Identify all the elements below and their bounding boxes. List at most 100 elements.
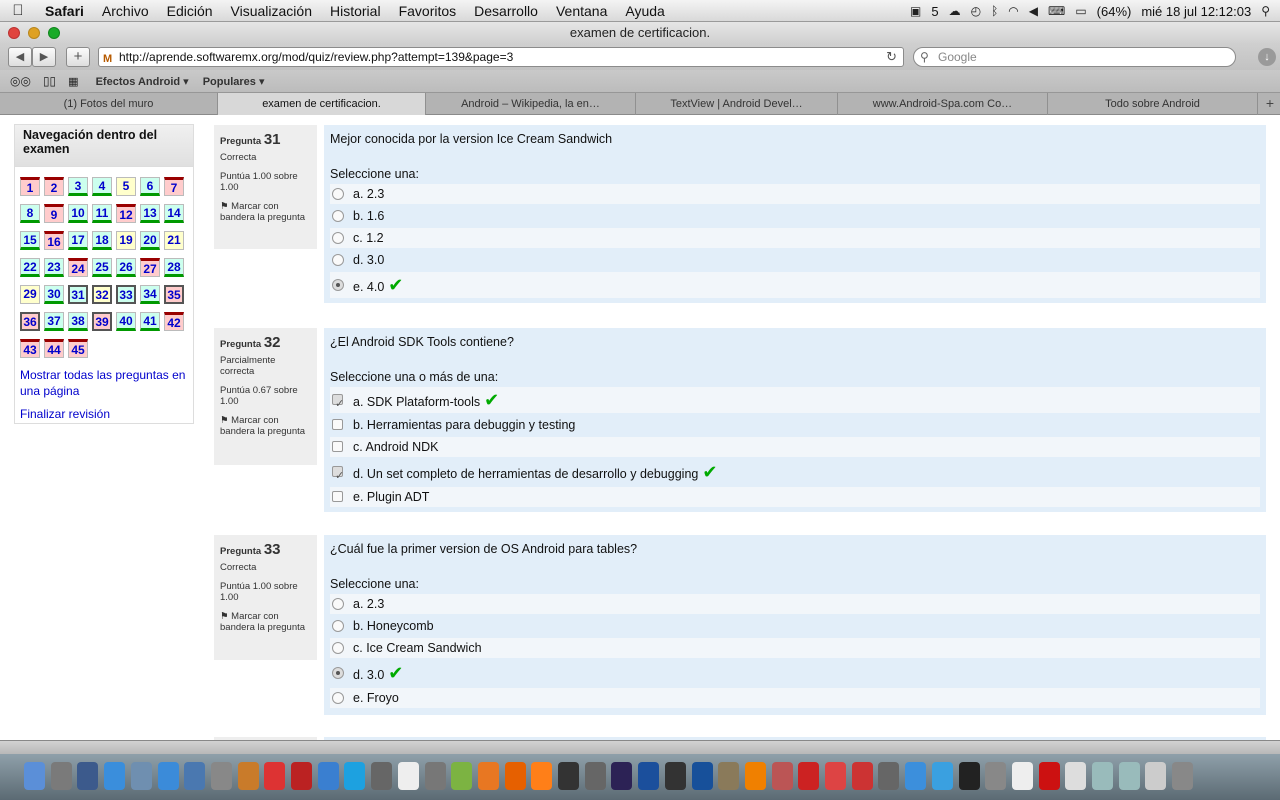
radio-button[interactable]	[332, 667, 344, 679]
menu-ventana[interactable]: Ventana	[547, 3, 616, 19]
quiz-nav-button-13[interactable]: 13	[140, 204, 160, 223]
quiz-nav-button-6[interactable]: 6	[140, 177, 160, 196]
illustrator-icon[interactable]	[531, 762, 553, 790]
quiz-nav-button-10[interactable]: 10	[68, 204, 88, 223]
answer-option[interactable]: a. 2.3	[330, 594, 1260, 614]
volume-icon[interactable]: ◀	[1024, 4, 1043, 18]
menu-safari[interactable]: Safari	[36, 3, 93, 19]
preferences-icon[interactable]	[985, 762, 1007, 790]
menu-visualizacion[interactable]: Visualización	[222, 3, 321, 19]
adobe-menu-icon[interactable]: ▣	[905, 4, 926, 18]
radio-button[interactable]	[332, 692, 344, 704]
menu-favoritos[interactable]: Favoritos	[390, 3, 466, 19]
xmind-icon[interactable]	[851, 762, 873, 790]
quiz-nav-button-21[interactable]: 21	[164, 231, 184, 250]
address-bar[interactable]: M http://aprende.softwaremx.org/mod/quiz…	[98, 47, 904, 67]
bookmarks-book-icon[interactable]: ▯▯	[37, 74, 62, 88]
xcode-icon[interactable]	[184, 762, 206, 790]
gimp-icon[interactable]	[718, 762, 740, 790]
downloads-icon[interactable]	[1118, 762, 1140, 790]
quiz-nav-button-7[interactable]: 7	[164, 177, 184, 196]
flash-icon[interactable]	[1038, 762, 1060, 790]
tab-wikipedia[interactable]: Android – Wikipedia, la en…	[426, 93, 636, 115]
quiz-nav-button-41[interactable]: 41	[140, 312, 160, 331]
quiz-nav-button-45[interactable]: 45	[68, 339, 88, 358]
time-machine-icon[interactable]: ◴	[966, 4, 986, 18]
wifi-icon[interactable]: ◠	[1003, 4, 1023, 18]
quiz-nav-button-31[interactable]: 31	[68, 285, 88, 304]
checkbox[interactable]	[332, 491, 343, 502]
tab-fotos-muro[interactable]: (1) Fotos del muro	[0, 93, 218, 115]
bookmark-efectos-android[interactable]: Efectos Android ▾	[89, 75, 196, 88]
quiz-nav-button-28[interactable]: 28	[164, 258, 184, 277]
menu-ayuda[interactable]: Ayuda	[616, 3, 673, 19]
textedit-icon[interactable]	[397, 762, 419, 790]
reload-icon[interactable]: ↻	[886, 48, 897, 66]
skype-icon[interactable]	[344, 762, 366, 790]
answer-option[interactable]: e. 4.0 ✔	[330, 272, 1260, 298]
bookmark-populares[interactable]: Populares ▾	[196, 75, 272, 88]
quiz-nav-button-12[interactable]: 12	[116, 204, 136, 223]
radio-button[interactable]	[332, 642, 344, 654]
quiz-nav-button-1[interactable]: 1	[20, 177, 40, 196]
answer-option[interactable]: d. 3.0 ✔	[330, 660, 1260, 686]
menu-edicion[interactable]: Edición	[158, 3, 222, 19]
menu-desarrollo[interactable]: Desarrollo	[465, 3, 547, 19]
top-sites-icon[interactable]: ▦	[62, 75, 88, 88]
quiz-nav-button-33[interactable]: 33	[116, 285, 136, 304]
game-icon[interactable]	[771, 762, 793, 790]
quiz-nav-button-5[interactable]: 5	[116, 177, 136, 196]
quiz-nav-button-16[interactable]: 16	[44, 231, 64, 250]
radio-button[interactable]	[332, 279, 344, 291]
flag-question-button[interactable]: ⚑ Marcar con bandera la pregunta	[220, 611, 311, 633]
itunes-icon[interactable]	[905, 762, 927, 790]
quiz-nav-button-9[interactable]: 9	[44, 204, 64, 223]
radio-button[interactable]	[332, 254, 344, 266]
quiz-nav-button-27[interactable]: 27	[140, 258, 160, 277]
cocos-icon[interactable]	[558, 762, 579, 790]
quiz-nav-button-40[interactable]: 40	[116, 312, 136, 331]
image-icon[interactable]	[1145, 762, 1167, 790]
answer-option[interactable]: c. Ice Cream Sandwich	[330, 638, 1260, 658]
forward-button[interactable]: ▶	[32, 47, 56, 67]
cloud-icon[interactable]: ☁	[944, 4, 966, 18]
add-bookmark-button[interactable]: +	[66, 47, 90, 67]
checkbox[interactable]	[332, 419, 343, 430]
finder-icon[interactable]	[24, 762, 45, 790]
downloads-icon[interactable]: ↓	[1258, 48, 1276, 66]
answer-option[interactable]: b. Honeycomb	[330, 616, 1260, 636]
angry-birds-icon[interactable]	[798, 762, 820, 790]
close-window-icon[interactable]	[8, 27, 20, 39]
bluetooth-icon[interactable]: ᛒ	[986, 4, 1003, 18]
quiz-nav-button-23[interactable]: 23	[44, 258, 64, 277]
clock[interactable]: mié 18 jul 12:12:03	[1136, 4, 1256, 19]
quiz-nav-button-25[interactable]: 25	[92, 258, 112, 277]
battery-icon[interactable]: ▭	[1070, 4, 1091, 18]
spotlight-icon[interactable]: ⚲	[1256, 4, 1280, 18]
tab-textview[interactable]: TextView | Android Devel…	[636, 93, 838, 115]
quiz-nav-button-20[interactable]: 20	[140, 231, 160, 250]
quiz-nav-button-4[interactable]: 4	[92, 177, 112, 196]
quiz-nav-button-34[interactable]: 34	[140, 285, 160, 304]
answer-option[interactable]: e. Froyo	[330, 688, 1260, 708]
quiz-nav-button-3[interactable]: 3	[68, 177, 88, 196]
radio-button[interactable]	[332, 598, 344, 610]
quiz-nav-button-19[interactable]: 19	[116, 231, 136, 250]
radio-button[interactable]	[332, 210, 344, 222]
answer-option[interactable]: b. 1.6	[330, 206, 1260, 226]
quiz-nav-button-17[interactable]: 17	[68, 231, 88, 250]
photobooth-icon[interactable]	[424, 762, 446, 790]
twitter-icon[interactable]	[931, 762, 953, 790]
answer-option[interactable]: e. Plugin ADT	[330, 487, 1260, 507]
trash-icon[interactable]	[1172, 762, 1194, 790]
safari-icon[interactable]	[157, 762, 179, 790]
quiz-nav-button-11[interactable]: 11	[92, 204, 112, 223]
finish-review-link[interactable]: Finalizar revisión	[20, 406, 110, 422]
terminal-icon[interactable]	[958, 762, 980, 790]
menu-archivo[interactable]: Archivo	[93, 3, 158, 19]
minimize-window-icon[interactable]	[28, 27, 40, 39]
tab-todo-android[interactable]: Todo sobre Android	[1048, 93, 1258, 115]
flag-question-button[interactable]: ⚑ Marcar con bandera la pregunta	[220, 201, 311, 223]
folder-icon[interactable]	[1092, 762, 1113, 790]
quiz-nav-button-30[interactable]: 30	[44, 285, 64, 304]
